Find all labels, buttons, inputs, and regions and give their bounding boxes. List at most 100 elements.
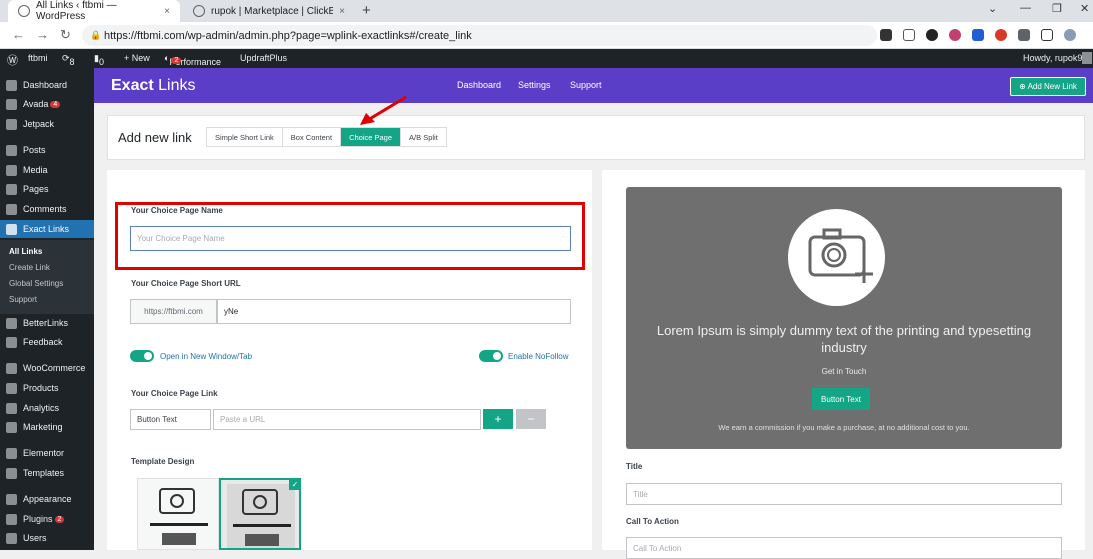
logo-bold-text: Exact: [111, 77, 154, 94]
sidebar-item-appearance[interactable]: Appearance: [0, 490, 94, 508]
page-icon: [6, 183, 17, 195]
close-tab-icon[interactable]: ×: [339, 6, 345, 17]
sidebar-item-label: Appearance: [23, 494, 72, 504]
add-new-link-button[interactable]: ⊕ Add New Link: [1010, 77, 1086, 96]
woocommerce-icon: [6, 362, 17, 374]
side-panel-icon[interactable]: [1041, 29, 1053, 41]
preview-image-placeholder: [788, 209, 885, 306]
minimize-icon[interactable]: —: [1020, 2, 1031, 14]
cta-input[interactable]: Call To Action: [626, 537, 1062, 559]
title-input[interactable]: Title: [626, 483, 1062, 505]
nav-dashboard[interactable]: Dashboard: [457, 80, 501, 90]
sidebar-item-label: Pages: [23, 184, 49, 194]
tab-box-content[interactable]: Box Content: [283, 128, 342, 146]
extension-icon[interactable]: [880, 29, 892, 41]
sidebar-item-users[interactable]: Users: [0, 529, 94, 547]
sidebar-item-label: WooCommerce: [23, 363, 86, 373]
comments-link[interactable]: ▮ 0: [94, 53, 104, 67]
sidebar-item-posts[interactable]: Posts: [0, 141, 94, 159]
site-name-link[interactable]: ftbmi: [28, 53, 48, 63]
dashboard-icon: [6, 79, 17, 91]
forward-icon[interactable]: →: [36, 27, 49, 42]
button-text-input[interactable]: Button Text: [130, 409, 211, 430]
browser-tab[interactable]: rupok | Marketplace | ClickBank / ×: [183, 0, 355, 22]
performance-badge: 2: [171, 57, 182, 64]
submenu-support[interactable]: Support: [9, 295, 37, 304]
sidebar-item-pages[interactable]: Pages: [0, 180, 94, 198]
sidebar-item-label: Users: [23, 533, 47, 543]
address-bar[interactable]: 🔒 https://ftbmi.com/wp-admin/admin.php?p…: [82, 25, 877, 46]
exact-links-header: Exact Links Dashboard Settings Support ⊕…: [94, 68, 1093, 103]
updraftplus-link[interactable]: UpdraftPlus: [240, 53, 287, 63]
enable-nofollow-toggle[interactable]: [479, 350, 503, 362]
wordpress-logo-icon[interactable]: Ⓦ: [7, 52, 18, 68]
short-url-input[interactable]: yNe: [217, 299, 571, 324]
preview-button: Button Text: [812, 388, 870, 410]
sidebar-item-dashboard[interactable]: Dashboard: [0, 76, 94, 94]
submenu-all-links[interactable]: All Links: [9, 247, 42, 256]
sidebar-item-marketing[interactable]: Marketing: [0, 418, 94, 436]
open-new-window-toggle[interactable]: [130, 350, 154, 362]
maximize-icon[interactable]: ❐: [1052, 2, 1062, 15]
extension-icon[interactable]: [995, 29, 1007, 41]
extension-icon[interactable]: [926, 29, 938, 41]
sidebar-item-products[interactable]: Products: [0, 379, 94, 397]
add-link-button[interactable]: +: [483, 409, 513, 429]
submenu-create-link[interactable]: Create Link: [9, 263, 50, 272]
cta-label: Call To Action: [626, 517, 679, 526]
clickbank-favicon-icon: [193, 5, 205, 17]
url-text: https://ftbmi.com/wp-admin/admin.php?pag…: [104, 29, 472, 42]
sidebar-item-label: Plugins: [23, 514, 53, 524]
extension-icon[interactable]: [972, 29, 984, 41]
updates-link[interactable]: ⟳ 8: [62, 53, 75, 67]
profile-avatar-icon[interactable]: [1064, 29, 1076, 41]
reload-icon[interactable]: ↻: [60, 27, 71, 43]
open-new-window-label: Open in New Window/Tab: [160, 352, 253, 361]
check-icon: ✓: [289, 478, 301, 490]
url-input[interactable]: Paste a URL: [213, 409, 481, 430]
wp-admin-sidebar: Dashboard Avada 4 Jetpack Posts Media Pag…: [0, 68, 94, 550]
performance-link[interactable]: ◐ Performance 2: [164, 53, 221, 67]
sidebar-item-elementor[interactable]: Elementor: [0, 444, 94, 462]
submenu-global-settings[interactable]: Global Settings: [9, 279, 63, 288]
nav-support[interactable]: Support: [570, 80, 602, 90]
sidebar-item-betterlinks[interactable]: BetterLinks: [0, 314, 94, 332]
megaphone-icon: [6, 421, 17, 433]
close-tab-icon[interactable]: ×: [164, 6, 170, 17]
exact-links-icon: [6, 223, 17, 235]
tab-ab-split[interactable]: A/B Split: [401, 128, 446, 146]
folder-icon: [6, 467, 17, 479]
user-avatar[interactable]: [1082, 52, 1092, 64]
window-close-icon[interactable]: ✕: [1080, 2, 1089, 15]
sidebar-item-jetpack[interactable]: Jetpack: [0, 115, 94, 133]
sidebar-item-templates[interactable]: Templates: [0, 464, 94, 482]
template-preview-icon: [227, 484, 295, 548]
browser-tab-active[interactable]: All Links ‹ ftbmi — WordPress ×: [8, 0, 180, 22]
sidebar-item-label: Dashboard: [23, 80, 68, 90]
puzzle-icon[interactable]: [1018, 29, 1030, 41]
sidebar-item-plugins[interactable]: Plugins 2: [0, 510, 94, 528]
sidebar-item-analytics[interactable]: Analytics: [0, 399, 94, 417]
extension-icon[interactable]: [949, 29, 961, 41]
short-url-label: Your Choice Page Short URL: [131, 279, 241, 288]
new-content-link[interactable]: + New: [124, 53, 150, 63]
tab-simple-short-link[interactable]: Simple Short Link: [207, 128, 283, 146]
back-icon[interactable]: ←: [12, 27, 25, 42]
preview-disclaimer: We earn a commission if you make a purch…: [718, 423, 970, 432]
sidebar-item-exact-links[interactable]: Exact Links: [0, 220, 94, 238]
sidebar-item-media[interactable]: Media: [0, 161, 94, 179]
sidebar-item-avada[interactable]: Avada 4: [0, 95, 94, 113]
howdy-user-link[interactable]: Howdy, rupok98: [1023, 53, 1087, 63]
new-tab-button[interactable]: +: [362, 2, 371, 19]
remove-link-button[interactable]: −: [516, 409, 546, 429]
extension-icon[interactable]: [903, 29, 915, 41]
tab-choice-page[interactable]: Choice Page: [341, 128, 402, 146]
template-option[interactable]: [137, 478, 219, 550]
sidebar-item-feedback[interactable]: Feedback: [0, 333, 94, 351]
page-title: Add new link: [118, 130, 192, 145]
template-option-selected[interactable]: ✓: [219, 478, 301, 550]
sidebar-item-woocommerce[interactable]: WooCommerce: [0, 359, 94, 377]
sidebar-item-comments[interactable]: Comments: [0, 200, 94, 218]
tab-search-icon[interactable]: ⌄: [988, 2, 997, 15]
nav-settings[interactable]: Settings: [518, 80, 551, 90]
